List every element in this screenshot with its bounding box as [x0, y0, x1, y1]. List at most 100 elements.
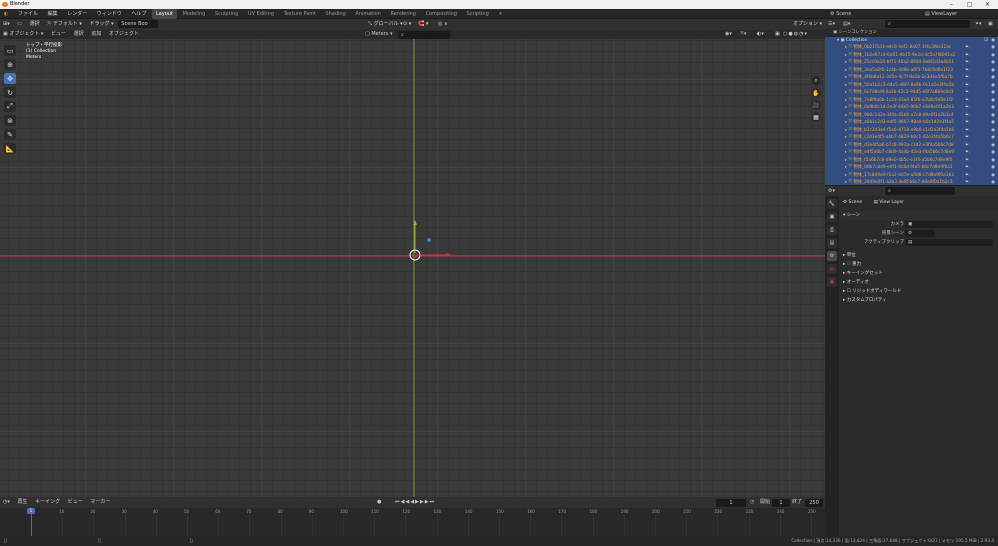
menu-edit[interactable]: 編集 — [44, 9, 62, 19]
filter-funnel-icon[interactable]: ⏷. — [965, 52, 970, 60]
mode-dropdown[interactable]: ▣ オブジェクト ▾ — [0, 30, 46, 39]
timeline-menu-marker[interactable]: マーカー — [87, 497, 113, 508]
collection-row[interactable]: ▾ ▣ Collection ☑ ◉ — [825, 36, 998, 45]
current-frame-field[interactable]: 1 — [716, 499, 746, 507]
menu-add[interactable]: 追加 — [88, 30, 104, 39]
orientation-dropdown[interactable]: ⤧ デフォルト ▾ — [44, 19, 85, 30]
tab-shading[interactable]: Shading — [321, 9, 349, 19]
outliner-object-row[interactable]: ▸ ⤧ 物体_c2d3e4f5-a6b7-4829-b0c1-d2e3f4a5b… — [825, 134, 998, 142]
outliner-editor-type-icon[interactable]: ☰▾ — [828, 19, 835, 29]
outliner-object-row[interactable]: ▸ ⤧ 物体_0b21f1d3-a9c6-4ef2-8a07-1f4c3fbe1… — [825, 44, 998, 52]
timeline-menu-playback[interactable]: 再生 — [14, 497, 30, 508]
close-button[interactable]: ✕ — [985, 0, 990, 9]
filter-funnel-icon[interactable]: ⏷. — [965, 134, 970, 142]
eye-icon[interactable]: ◉ — [991, 44, 995, 52]
perspective-grid-icon[interactable]: ▦ — [811, 112, 821, 122]
viewport-search-field[interactable]: ⌕ — [398, 31, 450, 39]
eye-icon[interactable]: ◉ — [991, 127, 995, 135]
timeline-menu-view[interactable]: ビュー — [65, 497, 86, 508]
outliner-object-row[interactable]: ▸ ⤧ 物体_b1c2d3e4-f5a6-4718-a9b0-c1d2e3f4a… — [825, 126, 998, 135]
eye-icon[interactable]: ◉ — [991, 104, 995, 112]
outliner-object-row[interactable]: ▸ ⤧ 物体_9b0c1d2e-3f4a-45b6-a7c8-d9e0f1a2b… — [825, 111, 998, 120]
filter-funnel-icon[interactable]: ⏷. — [965, 119, 970, 127]
camera-field[interactable]: ▣ — [905, 221, 993, 228]
select-mode-icon[interactable]: ▭ — [14, 19, 25, 30]
eye-icon[interactable]: ◉ — [991, 142, 995, 150]
outliner-object-row[interactable]: ▸ ⤧ 物体_25cc9a10-bf71-46a2-89d4-0e6f2d3a4… — [825, 59, 998, 67]
tab-animation[interactable]: Animation — [351, 9, 385, 19]
tab-sculpting[interactable]: Sculpting — [211, 9, 242, 19]
outliner-object-row[interactable]: ▸ ⤧ 物体_50a1b2c3-d4e5-46f7-8a9b-0c1d2e3f4… — [825, 81, 998, 90]
measure-tool-icon[interactable]: 📐 — [4, 143, 16, 154]
collection-selector[interactable]: ▢ Meters ▾ — [365, 30, 393, 39]
filter-funnel-icon[interactable]: ⏷. — [965, 67, 970, 75]
playhead-frame-badge[interactable]: 1 — [27, 508, 35, 514]
timeline-menu-keying[interactable]: キーイング — [32, 497, 63, 508]
outliner-object-row[interactable]: ▸ ⤧ 物体_17c8d9e0-f1a2-4d7e-a5b6-c7d8e9f0a… — [825, 171, 998, 180]
eye-icon[interactable]: ◉ — [991, 134, 995, 142]
eye-icon[interactable]: ◉ — [991, 59, 995, 67]
move-tool-icon[interactable]: ✥ — [4, 73, 16, 84]
display-mode-icon[interactable]: ▤▾ — [843, 19, 850, 29]
filter-funnel-icon[interactable]: ⏷. — [965, 97, 970, 105]
filter-funnel-icon[interactable]: ⏷. — [965, 82, 970, 90]
xray-toggle[interactable]: ▣ — [775, 30, 780, 39]
eye-icon[interactable]: ◉ — [991, 164, 995, 172]
eye-icon[interactable]: ◉ — [991, 82, 995, 90]
exclude-checkbox[interactable]: ☑ — [984, 37, 988, 45]
filter-funnel-icon[interactable]: ⏷. — [965, 172, 970, 180]
zoom-icon[interactable]: ⌕ — [811, 76, 821, 86]
audio-panel-header[interactable]: ▸ オーディオ — [839, 278, 998, 287]
scene-tab-icon[interactable]: ⚙ — [827, 251, 837, 261]
eye-icon[interactable]: ◉ — [991, 112, 995, 120]
tab-scripting[interactable]: Scripting — [463, 9, 493, 19]
transform-tool-icon[interactable]: ⊛ — [4, 115, 16, 126]
pivot-dropdown[interactable]: ⊙ ▾ — [400, 19, 414, 30]
new-collection-icon[interactable]: ▣ — [988, 19, 993, 29]
add-workspace-button[interactable]: + — [494, 9, 506, 19]
properties-search-field[interactable]: ⌕ — [885, 187, 955, 195]
filter-funnel-icon[interactable]: ⏷. — [965, 127, 970, 135]
collection-tab-icon[interactable]: ▣ — [827, 277, 837, 287]
filter-funnel-icon[interactable]: ⏷. — [965, 164, 970, 172]
filter-funnel-icon[interactable]: ⏷. — [965, 157, 970, 165]
outliner-object-row[interactable]: ▸ ⤧ 物体_28d9e0f1-a2b3-4e8f-b6c7-d8e9f0a1b… — [825, 179, 998, 185]
select-box-tool-icon[interactable]: ▭ — [4, 45, 16, 56]
filter-icon[interactable]: ⏷▾ — [975, 19, 982, 29]
outliner-object-row[interactable]: ▸ ⤧ 物体_8a9b0c1d-2e3f-44a5-96b7-c8d9e0f1a… — [825, 104, 998, 112]
outliner-object-row[interactable]: ▸ ⤧ 物体_6c7d8e9f-0a1b-42c3-94d5-e6f7a8b9c… — [825, 89, 998, 97]
filter-funnel-icon[interactable]: ⏷. — [965, 142, 970, 150]
outliner-object-row[interactable]: ▸ ⤧ 物体_f5a6b7c8-d9e0-4b5c-e3f4-a5b6c7d8e… — [825, 156, 998, 165]
eye-icon[interactable]: ◉ — [991, 157, 995, 165]
active-clip-field[interactable]: ▤ — [905, 239, 993, 246]
end-frame-field[interactable]: 250 — [805, 499, 823, 507]
preview-range-icon[interactable]: ◷ — [750, 497, 754, 508]
filter-funnel-icon[interactable]: ⏷. — [965, 59, 970, 67]
gizmo-toggle[interactable]: ⤧▾ — [740, 30, 747, 39]
background-scene-field[interactable]: ⚙ — [905, 230, 935, 237]
eye-icon[interactable]: ◉ — [991, 74, 995, 82]
annotate-tool-icon[interactable]: ✎ — [4, 129, 16, 140]
menu-object[interactable]: オブジェクト — [106, 30, 142, 39]
outliner[interactable]: ▣ シーンコレクション ▾ ▣ Collection ☑ ◉ ▸ ⤧ 物体_0b21… — [825, 29, 998, 185]
outliner-object-row[interactable]: ▸ ⤧ 物体_06b7c8d9-e0f1-4c6d-f4a5-b6c7d8e9f… — [825, 164, 998, 172]
eye-icon[interactable]: ◉ — [991, 97, 995, 105]
eye-icon[interactable]: ◉ — [991, 149, 995, 157]
units-panel-header[interactable]: ▸ 単位 — [839, 251, 998, 260]
timeline-editor-type-icon[interactable]: ◷▾ — [0, 497, 13, 508]
menu-window[interactable]: ウィンドウ — [93, 9, 126, 19]
gravity-panel-header[interactable]: ▸ ☑ 重力 — [839, 260, 998, 269]
tab-rendering[interactable]: Rendering — [386, 9, 420, 19]
cursor-tool-icon[interactable]: ⊕ — [4, 59, 16, 70]
scene-panel-header[interactable]: ▾ シーン — [839, 211, 998, 220]
scene-field[interactable]: Scene Boo — [118, 19, 159, 28]
keying-sets-panel-header[interactable]: ▸ キーイングセット — [839, 269, 998, 278]
outliner-object-row[interactable]: ▸ ⤧ 物体_1b2e87c4-6d01-4b15-9e2d-3c5a7f80d… — [825, 51, 998, 60]
menu-file[interactable]: ファイル — [14, 9, 42, 19]
overlay-toggle[interactable]: ◐▾ — [757, 30, 764, 39]
rigid-body-world-panel-header[interactable]: ▸ ☐ リジッドボディワールド — [839, 287, 998, 296]
properties-editor-type-icon[interactable]: ⚙▾ — [828, 186, 835, 196]
filter-funnel-icon[interactable]: ⏷. — [965, 149, 970, 157]
scene-collection-row[interactable]: ▣ シーンコレクション — [825, 29, 998, 37]
outliner-object-row[interactable]: ▸ ⤧ 物体_4f6b8a12-3d5e-4c7f-9a1b-2c3d4e5f6… — [825, 74, 998, 82]
